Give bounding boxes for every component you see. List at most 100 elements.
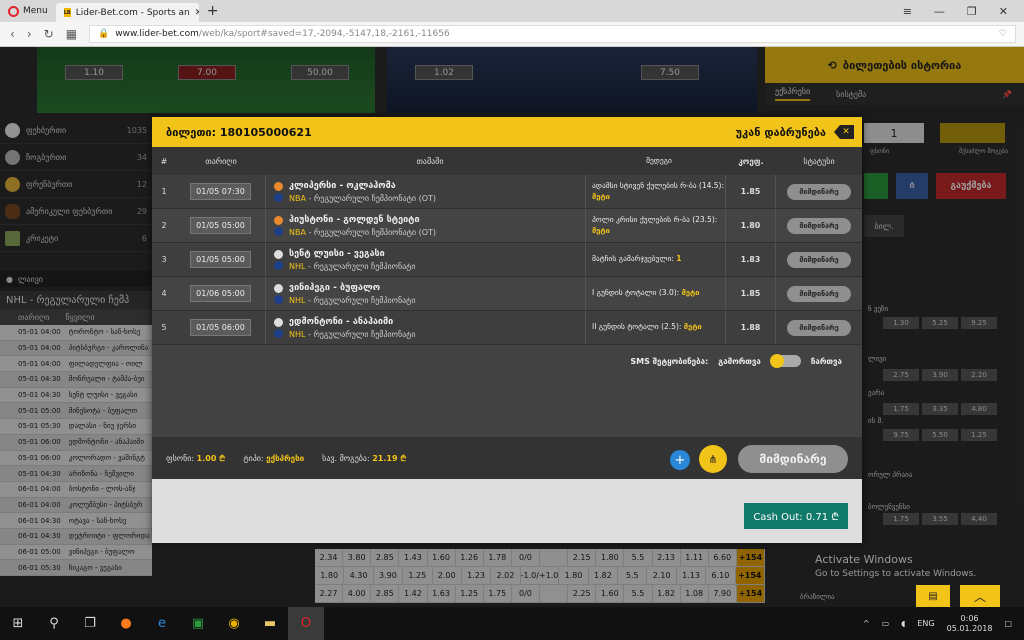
team-icons bbox=[274, 181, 283, 202]
type-summary-label: ტიპი: bbox=[243, 453, 264, 463]
match-teams: ჰიუსტონი - გოლდენ სტეიტი bbox=[289, 214, 420, 225]
team-logo-icon bbox=[274, 181, 283, 191]
type-summary: ტიპი: ექსპრესი bbox=[243, 454, 304, 463]
firefox-icon[interactable]: ● bbox=[108, 607, 144, 640]
league-abbr: NBA bbox=[289, 193, 306, 203]
outcome-label: I გუნდის ტოტალი (3.0): bbox=[592, 288, 682, 298]
network-icon[interactable]: ▭ bbox=[882, 619, 890, 628]
team-icons bbox=[274, 215, 283, 236]
cash-out-button[interactable]: Cash Out: 0.71 ₾ bbox=[744, 503, 848, 529]
row-status-cell: მიმდინარე bbox=[776, 285, 862, 302]
menu-label: Menu bbox=[23, 6, 48, 16]
search-icon[interactable]: ⚲ bbox=[36, 607, 72, 640]
outcome-text: II გუნდის ტოტალი (2.5): მეტი bbox=[592, 322, 702, 332]
stake-summary: ფსონი: 1.00 ₾ bbox=[166, 453, 225, 464]
team-icons bbox=[274, 317, 283, 338]
league-logo-icon bbox=[274, 226, 283, 236]
heart-icon[interactable]: ♡ bbox=[999, 29, 1007, 39]
league-abbr: NBA bbox=[289, 227, 306, 237]
browser-tab-active[interactable]: LB Lider-Bet.com - Sports an ✕ bbox=[55, 3, 199, 22]
status-badge[interactable]: მიმდინარე bbox=[787, 319, 851, 336]
outcome-text: პოლი კრისი ქულების რ-ბა (23.5): მეტი bbox=[592, 215, 725, 235]
url-field[interactable]: 🔒 www.lider-bet.com/web/ka/sport#saved=1… bbox=[89, 25, 1016, 43]
minimize-button[interactable]: — bbox=[934, 5, 945, 18]
row-number: 4 bbox=[161, 289, 167, 298]
speed-dial-icon[interactable]: ▦ bbox=[66, 27, 77, 41]
windows-start-icon[interactable]: ⊞ bbox=[0, 607, 36, 640]
team-icons bbox=[274, 249, 283, 270]
notifications-icon[interactable]: ▢ bbox=[1004, 619, 1012, 628]
close-window-button[interactable]: ✕ bbox=[999, 5, 1008, 18]
status-badge[interactable]: მიმდინარე bbox=[787, 183, 851, 200]
opera-taskbar-icon[interactable]: O bbox=[288, 607, 324, 640]
status-badge[interactable]: მიმდინარე bbox=[787, 285, 851, 302]
outcome-value: მეტი bbox=[592, 225, 610, 235]
ticket-rows: 1 01/05 07:30 კლიპერსი - ოკლაჰომა NBA - რეგ… bbox=[152, 175, 862, 345]
sms-off-label: გამორთვა bbox=[718, 356, 761, 366]
league-name: - რეგულარული ჩემპიონატი (OT) bbox=[305, 227, 437, 237]
restore-button[interactable]: ❐ bbox=[967, 5, 977, 18]
ticket-table-header: # თარიღი თამაში შედეგი კოეფ. სტატუსი bbox=[152, 147, 862, 175]
lock-icon: 🔒 bbox=[98, 29, 110, 39]
chrome-icon[interactable]: ◉ bbox=[216, 607, 252, 640]
row-odds: 1.88 bbox=[726, 311, 776, 344]
share-ticket-icon[interactable]: ⋔ bbox=[699, 445, 727, 473]
add-plus-icon[interactable]: + bbox=[670, 450, 690, 470]
new-tab-button[interactable]: + bbox=[199, 3, 227, 19]
lider-bet-favicon-icon: LB bbox=[63, 8, 71, 17]
address-bar: ‹ › ↻ ▦ 🔒 www.lider-bet.com/web/ka/sport… bbox=[0, 22, 1024, 47]
edge-icon[interactable]: e bbox=[144, 607, 180, 640]
excel-icon[interactable]: ▣ bbox=[180, 607, 216, 640]
row-number: 2 bbox=[161, 221, 167, 230]
sms-notification-toggle: SMS შეტყობინება: გამორთვა ჩართვა bbox=[630, 354, 842, 368]
system-tray: ^ ▭ ◖ ENG 0:06 05.01.2018 ▢ bbox=[863, 614, 1024, 633]
current-status-button[interactable]: მიმდინარე bbox=[738, 445, 848, 473]
row-status-cell: მიმდინარე bbox=[776, 217, 862, 234]
task-view-icon[interactable]: ❐ bbox=[72, 607, 108, 640]
forward-arrow-icon[interactable]: › bbox=[27, 27, 32, 41]
tray-up-icon[interactable]: ^ bbox=[863, 619, 870, 628]
language-indicator[interactable]: ENG bbox=[917, 619, 934, 628]
outcome-text: I გუნდის ტოტალი (3.0): მეტი bbox=[592, 288, 699, 298]
row-match-cell: კლიპერსი - ოკლაჰომა NBA - რეგულარული ჩემპ… bbox=[266, 175, 586, 208]
match-league: NBA - რეგულარული ჩემპიონატი (OT) bbox=[289, 194, 436, 203]
status-badge[interactable]: მიმდინარე bbox=[787, 251, 851, 268]
back-arrow-icon[interactable]: ‹ bbox=[10, 27, 15, 41]
back-button[interactable]: უკან დაბრუნება ✕ bbox=[736, 125, 854, 139]
sms-toggle-switch[interactable] bbox=[769, 354, 801, 368]
match-teams: სენტ ლუისი - ვეგასი bbox=[289, 248, 385, 259]
chat-icon[interactable]: ▤ bbox=[916, 585, 950, 607]
browser-tabbar: Menu LB Lider-Bet.com - Sports an ✕ + ≡ … bbox=[0, 0, 1024, 22]
reload-icon[interactable]: ↻ bbox=[44, 27, 54, 41]
volume-icon[interactable]: ◖ bbox=[901, 619, 905, 628]
url-path: /web/ka/sport#saved=17,-2094,-5147,18,-2… bbox=[198, 29, 450, 39]
table-row: 5 01/05 06:00 ედმონტონი - ანაჰაიმი NHL - რე… bbox=[152, 311, 862, 345]
outcome-value: მეტი bbox=[592, 191, 610, 201]
header-num: # bbox=[160, 156, 168, 166]
row-date-cell: 01/05 06:00 bbox=[176, 311, 266, 344]
row-odds: 1.85 bbox=[726, 175, 776, 208]
back-label: უკან დაბრუნება bbox=[735, 125, 826, 139]
file-explorer-icon[interactable]: ▬ bbox=[252, 607, 288, 640]
win-summary-value: 21.19 ₾ bbox=[372, 453, 407, 463]
row-status-cell: მიმდინარე bbox=[776, 251, 862, 268]
match-text: ვინიპეგი - ბუფალო NHL - რეგულარული ჩემპიო… bbox=[289, 283, 416, 305]
outcome-value: მეტი bbox=[683, 322, 702, 332]
league-logo-icon bbox=[274, 192, 283, 202]
opera-menu-button[interactable]: Menu bbox=[0, 0, 56, 22]
row-match-cell: ედმონტონი - ანაჰაიმი NHL - რეგულარული ჩემ… bbox=[266, 311, 586, 344]
scroll-up-chevron-icon[interactable]: ︿ bbox=[960, 585, 1000, 607]
clock[interactable]: 0:06 05.01.2018 bbox=[947, 614, 993, 633]
win-summary-label: სავ. მოგება: bbox=[322, 453, 370, 463]
filter-icon[interactable]: ≡ bbox=[903, 5, 912, 18]
type-summary-value: ექსპრესი bbox=[266, 453, 305, 463]
status-badge[interactable]: მიმდინარე bbox=[787, 217, 851, 234]
modal-cashout-area: Cash Out: 0.71 ₾ bbox=[152, 479, 862, 543]
date-badge: 01/06 05:00 bbox=[190, 285, 251, 302]
watermark-line1: Activate Windows bbox=[815, 553, 913, 566]
league-name: - რეგულარული ჩემპიონატი bbox=[305, 261, 416, 271]
match-text: ჰიუსტონი - გოლდენ სტეიტი NBA - რეგულარული… bbox=[289, 215, 436, 237]
match-league: NBA - რეგულარული ჩემპიონატი (OT) bbox=[289, 228, 436, 237]
team-logo-icon bbox=[274, 215, 283, 225]
outcome-value: მეტი bbox=[681, 288, 700, 298]
